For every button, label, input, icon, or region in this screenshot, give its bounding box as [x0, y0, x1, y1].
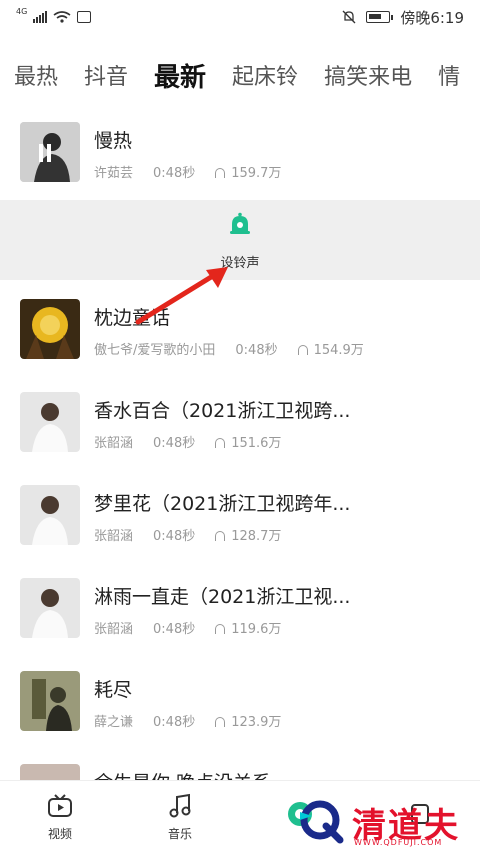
headphone-icon: [215, 716, 226, 727]
play-count: 128.7万: [215, 525, 281, 544]
song-duration: 0:48秒: [153, 622, 196, 637]
tab-funny-call[interactable]: 搞笑来电: [324, 59, 412, 91]
play-count-value: 159.7万: [231, 166, 282, 181]
notification-icon: [77, 11, 92, 23]
play-count: 151.6万: [215, 432, 281, 451]
song-meta: 许茹芸 0:48秒 159.7万: [94, 162, 281, 181]
list-item[interactable]: 耗尽 薛之谦 0:48秒 123.9万: [0, 653, 480, 746]
song-meta: 傲七爷/爱写歌的小田 0:48秒 154.9万: [94, 339, 364, 358]
play-count-value: 151.6万: [231, 436, 282, 451]
nav-music[interactable]: 音乐: [120, 793, 240, 842]
song-duration: 0:48秒: [153, 166, 196, 181]
song-meta: 张韶涵 0:48秒 151.6万: [94, 432, 281, 451]
song-title: 淋雨一直走（2021浙江卫视...: [94, 586, 351, 608]
song-duration: 0:48秒: [235, 343, 278, 358]
play-count: 119.6万: [215, 618, 281, 637]
tab-hottest[interactable]: 最热: [14, 59, 58, 91]
play-count: 123.9万: [215, 711, 281, 730]
song-meta: 张韶涵 0:48秒 119.6万: [94, 618, 281, 637]
list-item[interactable]: 香水百合（2021浙江卫视跨... 张韶涵 0:48秒 151.6万: [0, 374, 480, 467]
album-cover: [20, 578, 80, 638]
nav-video-label: 视频: [47, 826, 72, 841]
song-title: 香水百合（2021浙江卫视跨...: [94, 400, 351, 422]
status-time: 傍晚6:19: [400, 8, 464, 27]
song-duration: 0:48秒: [153, 529, 196, 544]
tab-wakeup[interactable]: 起床铃: [232, 59, 298, 91]
nav-video[interactable]: 视频: [0, 793, 120, 842]
album-cover: [20, 392, 80, 452]
ringtone-action-panel: 设铃声: [0, 200, 480, 280]
album-cover: [20, 485, 80, 545]
wifi-icon: [53, 11, 71, 23]
signal-icon: [33, 11, 48, 23]
play-count-value: 123.9万: [231, 715, 282, 730]
artist-name: 许茹芸: [94, 166, 134, 181]
list-item[interactable]: 淋雨一直走（2021浙江卫视... 张韶涵 0:48秒 119.6万: [0, 560, 480, 653]
song-duration: 0:48秒: [153, 436, 196, 451]
headphone-icon: [215, 167, 226, 178]
song-title: 耗尽: [94, 679, 133, 701]
watermark-url: WWW.QDFUJI.COM: [354, 838, 443, 847]
status-left: 4G: [16, 7, 92, 23]
album-art: [20, 485, 80, 545]
list-item[interactable]: 梦里花（2021浙江卫视跨年... 张韶涵 0:48秒 128.7万: [0, 467, 480, 560]
song-duration: 0:48秒: [153, 715, 196, 730]
song-title: 慢热: [94, 130, 133, 152]
album-art: [20, 392, 80, 452]
headphone-icon: [215, 530, 226, 541]
watermark-q-icon: [300, 800, 344, 844]
mute-icon: [342, 10, 356, 24]
album-cover: [20, 671, 80, 731]
artist-name: 张韶涵: [94, 529, 134, 544]
artist-name: 张韶涵: [94, 436, 134, 451]
tab-more[interactable]: 情: [438, 59, 460, 91]
nav-music-label: 音乐: [167, 826, 192, 841]
battery-icon: [366, 11, 394, 23]
artist-name: 薛之谦: [94, 715, 134, 730]
album-cover: [20, 299, 80, 359]
headphone-icon: [215, 623, 226, 634]
play-count: 159.7万: [215, 162, 281, 181]
artist-name: 张韶涵: [94, 622, 134, 637]
album-art: [20, 299, 80, 359]
play-count: 154.9万: [297, 339, 364, 358]
play-count-value: 128.7万: [231, 529, 282, 544]
status-bar: 4G 傍晚6:19: [0, 0, 480, 34]
song-meta: 薛之谦 0:48秒 123.9万: [94, 711, 281, 730]
artist-name: 傲七爷/爱写歌的小田: [94, 343, 216, 358]
bell-icon: [230, 212, 250, 234]
watermark-logo: 清道夫 WWW.QDFUJI.COM: [296, 796, 476, 850]
album-art: [20, 671, 80, 731]
song-meta: 张韶涵 0:48秒 128.7万: [94, 525, 281, 544]
play-count-value: 154.9万: [313, 343, 364, 358]
music-note-icon: [169, 793, 191, 817]
annotation-arrow-icon: [135, 267, 228, 325]
network-type: 4G: [16, 7, 28, 16]
pause-icon[interactable]: [38, 144, 52, 162]
headphone-icon: [297, 344, 308, 355]
song-title: 梦里花（2021浙江卫视跨年...: [94, 493, 351, 515]
tab-douyin[interactable]: 抖音: [84, 59, 128, 91]
status-right: 傍晚6:19: [342, 7, 464, 28]
album-art: [20, 578, 80, 638]
tab-newest[interactable]: 最新: [154, 57, 206, 94]
category-tabs: 最热 抖音 最新 起床铃 搞笑来电 情: [0, 50, 480, 100]
headphone-icon: [215, 437, 226, 448]
list-item[interactable]: 枕边童话 傲七爷/爱写歌的小田 0:48秒 154.9万: [0, 281, 480, 374]
list-item[interactable]: 慢热 许茹芸 0:48秒 159.7万: [0, 104, 480, 197]
play-count-value: 119.6万: [231, 622, 282, 637]
album-cover: [20, 122, 80, 182]
tv-icon: [48, 793, 72, 817]
